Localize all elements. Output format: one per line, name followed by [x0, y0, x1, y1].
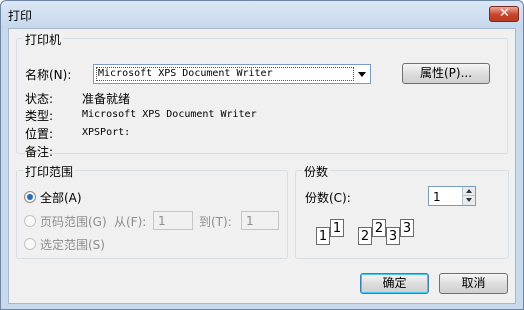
collate-page-1a: 1	[330, 219, 344, 237]
spin-down-icon[interactable]	[462, 196, 475, 205]
printer-select[interactable]: Microsoft XPS Document Writer	[93, 64, 371, 84]
chevron-down-icon	[358, 72, 366, 77]
page-range-radio[interactable]	[24, 215, 36, 227]
dialog-body: 打印机 名称(N): Microsoft XPS Document Writer…	[8, 28, 516, 304]
collate-page-3a: 3	[400, 219, 414, 237]
status-value: 准备就绪	[82, 92, 131, 106]
from-label: 从(F):	[114, 215, 147, 229]
title-bar[interactable]: 打印 ✕	[1, 1, 523, 28]
copies-spinner[interactable]: 1	[428, 186, 476, 206]
printer-select-value: Microsoft XPS Document Writer	[98, 68, 273, 79]
collate-page-2b: 2	[358, 227, 372, 245]
selection-radio[interactable]	[24, 238, 36, 250]
location-value: XPSPort:	[82, 127, 131, 138]
from-input[interactable]: 1	[153, 211, 193, 230]
spin-up-icon[interactable]	[462, 187, 475, 196]
print-range-group-title: 打印范围	[23, 163, 76, 180]
window-title: 打印	[8, 9, 33, 23]
ok-button[interactable]: 确定	[360, 273, 429, 294]
collate-page-1b: 1	[316, 227, 330, 245]
close-button[interactable]: ✕	[489, 6, 519, 22]
copies-group: 份数 份数(C): 1 1 1 2 2 3 3	[295, 163, 509, 259]
copies-group-title: 份数	[302, 163, 331, 180]
printer-name-label: 名称(N):	[25, 68, 72, 82]
to-label: 到(T):	[199, 215, 232, 229]
all-pages-label[interactable]: 全部(A)	[40, 189, 82, 206]
selection-label[interactable]: 选定范围(S)	[40, 236, 105, 253]
copies-value: 1	[433, 190, 441, 204]
location-label: 位置:	[25, 127, 54, 141]
status-label: 状态:	[25, 92, 54, 106]
print-dialog: 打印 ✕ 打印机 名称(N): Microsoft XPS Document W…	[0, 0, 524, 310]
all-pages-radio[interactable]	[24, 191, 36, 203]
cancel-button[interactable]: 取消	[439, 273, 508, 294]
comment-label: 备注:	[25, 145, 54, 159]
collate-page-3b: 3	[386, 227, 400, 245]
to-input[interactable]: 1	[241, 211, 279, 230]
collate-page-2a: 2	[372, 219, 386, 237]
print-range-group: 打印范围 全部(A) 页码范围(G) 从(F): 1 到(T): 1 选定范围(…	[16, 163, 288, 259]
properties-button[interactable]: 属性(P)...	[402, 63, 490, 84]
printer-group-title: 打印机	[23, 31, 64, 48]
page-range-label[interactable]: 页码范围(G)	[40, 213, 107, 230]
printer-group: 打印机 名称(N): Microsoft XPS Document Writer…	[16, 31, 508, 159]
copies-label: 份数(C):	[305, 191, 351, 205]
close-icon: ✕	[499, 6, 510, 21]
type-label: 类型:	[25, 109, 54, 123]
type-value: Microsoft XPS Document Writer	[82, 109, 257, 120]
